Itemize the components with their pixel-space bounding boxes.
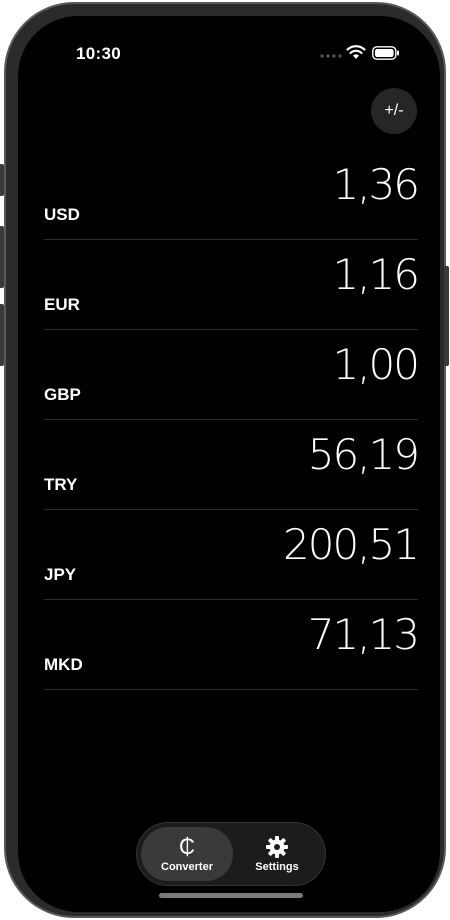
tab-label: Converter [161,861,213,873]
currency-code: MKD [44,655,83,674]
power-button [444,266,449,366]
currency-value[interactable]: 200,51 [283,520,420,569]
tab-settings[interactable]: Settings [231,827,323,881]
currency-row-gbp[interactable]: GBP 1,00 [44,330,420,420]
app-screen: 10:30 +/- USD 1,36 EUR 1,16 GBP 1,00 TRY… [18,16,440,912]
currency-value[interactable]: 56,19 [308,430,420,479]
currency-value[interactable]: 1,36 [332,160,420,209]
currency-sign-icon: ₵ [179,834,195,859]
currency-code: EUR [44,295,80,314]
currency-code: GBP [44,385,81,404]
tab-label: Settings [255,861,299,873]
tab-bar: ₵ Converter Settings [136,822,326,886]
currency-code: TRY [44,475,78,494]
currency-row-jpy[interactable]: JPY 200,51 [44,510,420,600]
currency-value[interactable]: 71,13 [308,610,420,659]
currency-code: JPY [44,565,77,584]
status-time: 10:30 [76,44,121,63]
tab-converter[interactable]: ₵ Converter [141,827,233,881]
currency-row-usd[interactable]: USD 1,36 [44,150,420,240]
currency-list: USD 1,36 EUR 1,16 GBP 1,00 TRY 56,19 JPY… [44,150,420,690]
currency-row-try[interactable]: TRY 56,19 [44,420,420,510]
volume-up-button [0,226,4,288]
currency-row-eur[interactable]: EUR 1,16 [44,240,420,330]
volume-down-button [0,304,4,366]
battery-icon [372,46,399,60]
action-button [0,164,4,196]
gear-icon [265,835,289,859]
currency-row-mkd[interactable]: MKD 71,13 [44,600,420,690]
phone-frame: 10:30 +/- USD 1,36 EUR 1,16 GBP 1,00 TRY… [0,2,449,918]
currency-value[interactable]: 1,16 [332,250,420,299]
currency-value[interactable]: 1,00 [332,340,420,389]
sign-toggle-button[interactable]: +/- [371,88,417,134]
wifi-icon [346,45,366,59]
status-bar: 10:30 [18,16,440,76]
signal-icon [320,54,342,58]
home-indicator[interactable] [159,893,303,898]
currency-code: USD [44,205,80,224]
